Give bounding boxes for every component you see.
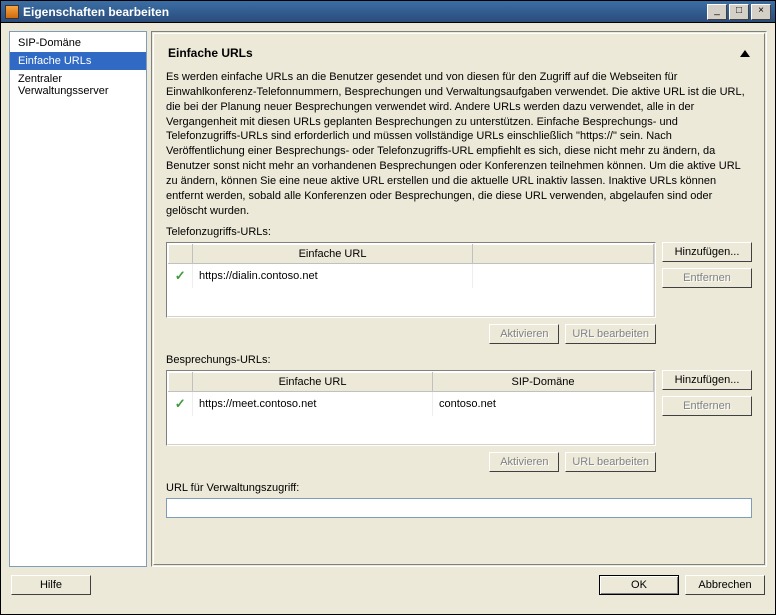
sidebar-item-sip-domain[interactable]: SIP-Domäne [10,34,146,52]
phone-urls-grid: Einfache URL ✓ https://dialin.contoso.ne… [166,242,656,318]
check-icon: ✓ [175,396,186,411]
panel-title: Einfache URLs [168,46,253,60]
app-icon [5,5,19,19]
phone-urls-label: Telefonzugriffs-URLs: [166,226,752,238]
help-button[interactable]: Hilfe [11,575,91,595]
phone-col-active [169,245,193,264]
phone-add-button[interactable]: Hinzufügen... [662,242,752,262]
meeting-edit-button[interactable]: URL bearbeiten [565,452,656,472]
collapse-icon[interactable] [740,50,750,57]
panel-description: Es werden einfache URLs an die Benutzer … [166,70,752,218]
phone-url-cell: https://dialin.contoso.net [193,264,473,289]
sidebar-item-simple-urls[interactable]: Einfache URLs [10,52,146,70]
window-title: Eigenschaften bearbeiten [23,5,707,19]
maximize-button[interactable]: □ [729,4,749,20]
meeting-col-url: Einfache URL [193,373,433,392]
sidebar-item-central-mgmt[interactable]: Zentraler Verwaltungsserver [10,70,146,100]
meeting-url-cell: https://meet.contoso.net [193,392,433,417]
meeting-activate-button[interactable]: Aktivieren [489,452,559,472]
meeting-add-button[interactable]: Hinzufügen... [662,370,752,390]
cancel-button[interactable]: Abbrechen [685,575,765,595]
phone-col-url: Einfache URL [193,245,473,264]
table-row[interactable]: ✓ https://dialin.contoso.net [169,264,654,289]
meeting-remove-button[interactable]: Entfernen [662,396,752,416]
phone-col-spacer [473,245,654,264]
meeting-urls-label: Besprechungs-URLs: [166,354,752,366]
meeting-urls-grid: Einfache URL SIP-Domäne ✓ https://meet.c… [166,370,656,446]
admin-url-label: URL für Verwaltungszugriff: [166,482,752,494]
phone-remove-button[interactable]: Entfernen [662,268,752,288]
phone-activate-button[interactable]: Aktivieren [489,324,559,344]
ok-button[interactable]: OK [599,575,679,595]
phone-edit-button[interactable]: URL bearbeiten [565,324,656,344]
meeting-col-active [169,373,193,392]
minimize-button[interactable]: _ [707,4,727,20]
main-panel: Einfache URLs Es werden einfache URLs an… [151,31,767,567]
admin-url-input[interactable] [166,498,752,518]
meeting-sip-cell: contoso.net [433,392,654,417]
table-row[interactable]: ✓ https://meet.contoso.net contoso.net [169,392,654,417]
check-icon: ✓ [175,268,186,283]
sidebar: SIP-Domäne Einfache URLs Zentraler Verwa… [9,31,147,567]
footer: Hilfe OK Abbrechen [1,575,775,603]
title-bar: Eigenschaften bearbeiten _ □ × [1,1,775,23]
meeting-col-sip: SIP-Domäne [433,373,654,392]
close-button[interactable]: × [751,4,771,20]
